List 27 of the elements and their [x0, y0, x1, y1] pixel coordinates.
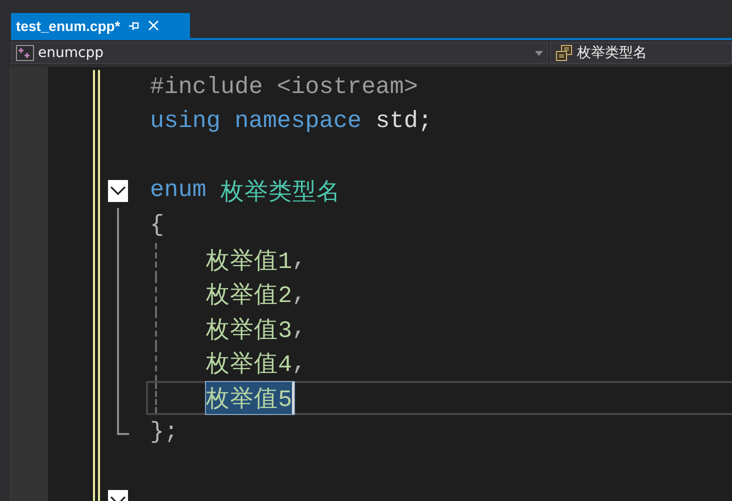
dropdown-caret-icon[interactable]	[535, 50, 543, 56]
type-name: 枚举类型名	[220, 178, 341, 207]
selected-text: 枚举值5	[206, 382, 294, 414]
code-punctuation: ,	[292, 246, 306, 274]
member-label: 枚举类型名	[577, 44, 647, 62]
enum-value: 枚举值4	[206, 350, 292, 380]
code-punctuation: ,	[292, 350, 306, 377]
member-dropdown[interactable]: 枚举类型名	[550, 42, 732, 64]
enum-icon	[555, 44, 573, 62]
include-directive: #include <iostream>	[150, 74, 418, 101]
code-keyword: enum	[150, 177, 208, 204]
code-text: std;	[376, 108, 432, 136]
enum-value: 枚举值2	[206, 281, 292, 310]
close-icon[interactable]	[148, 20, 160, 31]
code-punctuation: {	[150, 212, 164, 239]
code-punctuation: ,	[292, 280, 306, 308]
pin-icon[interactable]	[128, 20, 140, 32]
fold-end-line	[117, 415, 129, 435]
project-icon	[16, 45, 34, 61]
code-punctuation: };	[150, 418, 178, 446]
file-tab[interactable]: test_enum.cpp*	[11, 13, 190, 38]
enum-value: 枚举值1	[206, 247, 292, 276]
code-punctuation: ,	[292, 315, 306, 342]
scope-dropdown[interactable]: enumcpp	[11, 42, 548, 64]
code-keyword: using namespace	[150, 108, 363, 136]
scope-label: enumcpp	[38, 45, 104, 61]
enum-value: 枚举值3	[206, 316, 292, 345]
